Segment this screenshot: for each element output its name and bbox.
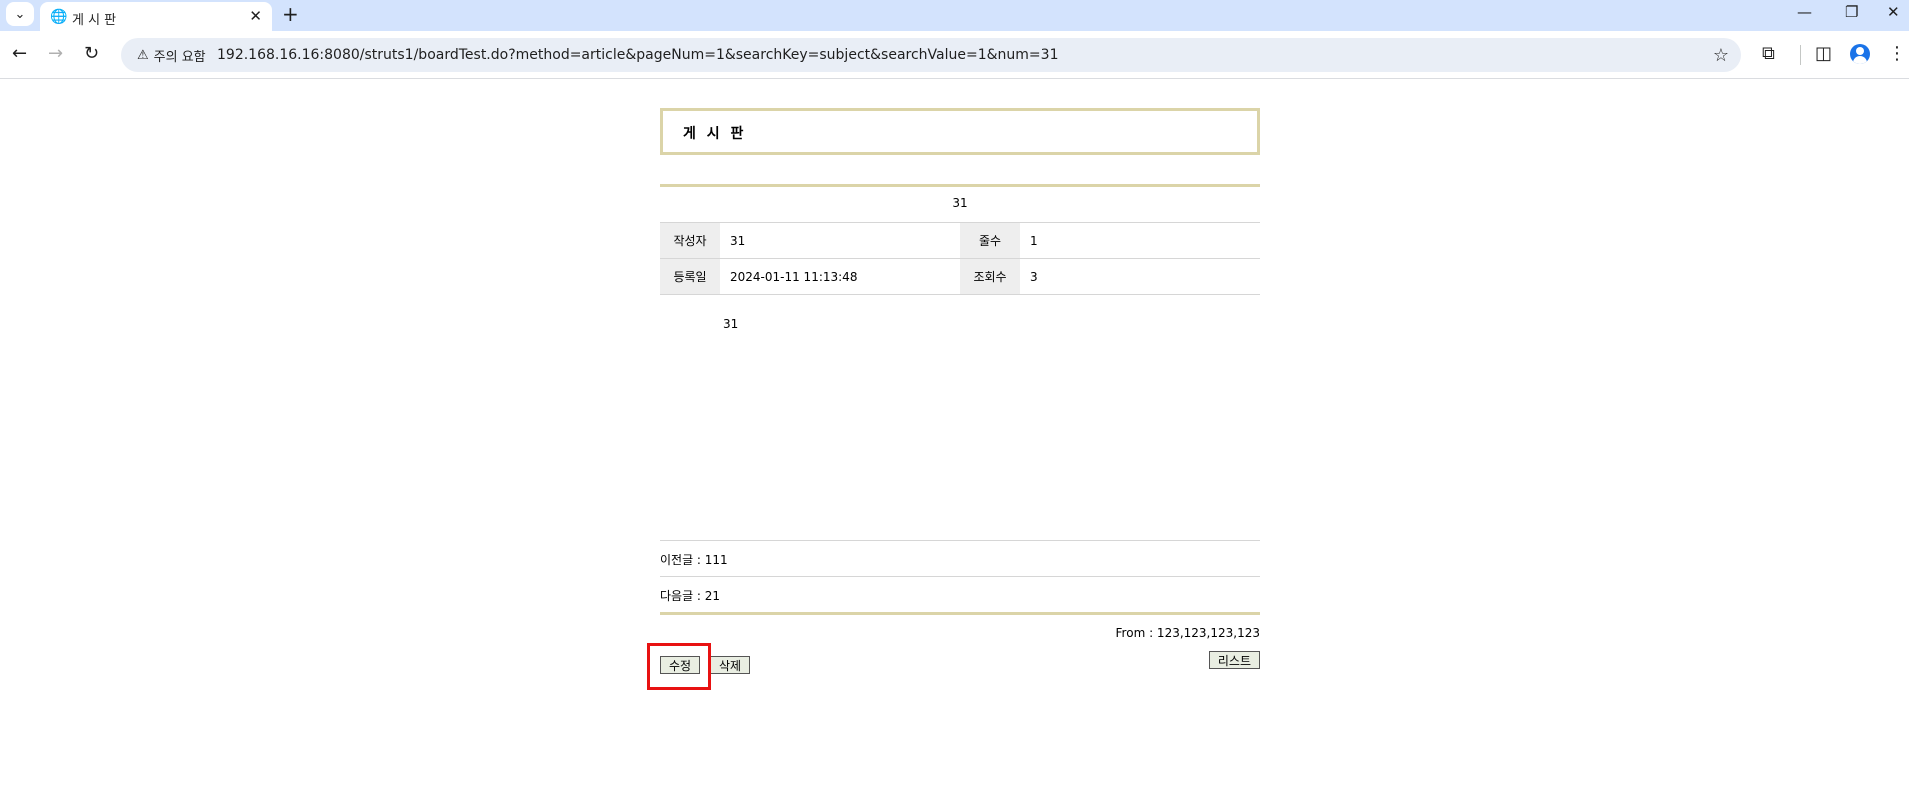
browser-tab[interactable]: 🌐 게 시 판 ✕ — [40, 2, 272, 31]
extensions-icon[interactable]: ⧉ — [1762, 43, 1775, 64]
views-label: 조회수 — [960, 259, 1020, 294]
divider — [660, 576, 1260, 577]
chevron-down-icon: ⌄ — [14, 6, 26, 22]
reload-icon[interactable]: ↻ — [84, 43, 99, 64]
divider — [660, 294, 1260, 295]
writer-label: 작성자 — [660, 223, 720, 258]
divider-bottom — [660, 612, 1260, 615]
warning-icon: ⚠ — [137, 47, 149, 63]
tab-strip: ⌄ 🌐 게 시 판 ✕ + — ❐ ✕ — [0, 0, 1909, 31]
tab-title: 게 시 판 — [72, 13, 117, 28]
writer-value: 31 — [730, 233, 746, 248]
close-window-icon[interactable]: ✕ — [1887, 3, 1900, 21]
minimize-icon[interactable]: — — [1797, 3, 1812, 21]
from-ip: From : 123,123,123,123 — [1115, 626, 1260, 640]
divider-top — [660, 184, 1260, 187]
bookmark-star-icon[interactable]: ☆ — [1713, 45, 1729, 66]
highlight-box — [647, 643, 711, 690]
prev-article-link[interactable]: 이전글 : 111 — [660, 551, 728, 568]
article-subject: 31 — [952, 196, 968, 210]
divider — [660, 540, 1260, 541]
article-content: 31 — [723, 317, 739, 331]
list-button[interactable]: 리스트 — [1208, 651, 1260, 669]
lines-label: 줄수 — [960, 223, 1020, 258]
back-icon[interactable]: ← — [12, 43, 27, 64]
meta-row-date: 등록일 2024-01-11 11:13:48 조회수 3 — [660, 259, 1260, 294]
meta-row-writer: 작성자 31 줄수 1 — [660, 223, 1260, 258]
delete-button[interactable]: 삭제 — [710, 656, 751, 674]
browser-toolbar: ← → ↻ ⚠ 주의 요함 192.168.16.16:8080/struts1… — [0, 31, 1909, 79]
forward-icon[interactable]: → — [48, 43, 63, 64]
menu-kebab-icon[interactable]: ⋮ — [1888, 43, 1906, 64]
restore-icon[interactable]: ❐ — [1845, 3, 1858, 21]
side-panel-icon[interactable]: ◫ — [1815, 43, 1832, 64]
address-bar[interactable]: ⚠ 주의 요함 192.168.16.16:8080/struts1/board… — [121, 38, 1741, 72]
toolbar-divider — [1800, 45, 1801, 65]
url-text[interactable]: 192.168.16.16:8080/struts1/boardTest.do?… — [217, 47, 1058, 63]
date-value: 2024-01-11 11:13:48 — [730, 269, 858, 284]
profile-avatar-icon[interactable] — [1850, 44, 1870, 64]
views-value: 3 — [1030, 269, 1038, 284]
new-tab-icon[interactable]: + — [282, 2, 299, 26]
security-label: 주의 요함 — [153, 49, 206, 65]
date-label: 등록일 — [660, 259, 720, 294]
next-article-link[interactable]: 다음글 : 21 — [660, 587, 720, 604]
board-title-box: 게 시 판 — [660, 108, 1260, 155]
lines-value: 1 — [1030, 233, 1038, 248]
security-chip[interactable]: ⚠ 주의 요함 — [129, 43, 214, 67]
globe-icon: 🌐 — [50, 9, 68, 25]
close-tab-icon[interactable]: ✕ — [249, 7, 262, 25]
tab-search-button[interactable]: ⌄ — [6, 2, 34, 26]
board-title: 게 시 판 — [683, 126, 747, 142]
